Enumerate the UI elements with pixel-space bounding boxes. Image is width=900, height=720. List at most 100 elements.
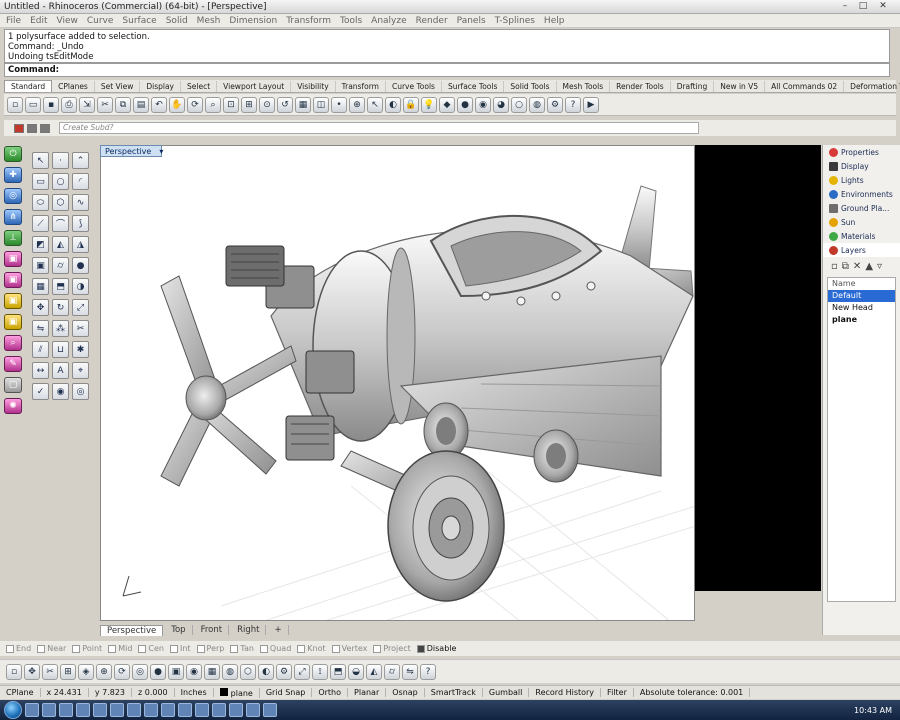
- tsplines-icon[interactable]: ◍: [222, 663, 238, 680]
- delete-layer-icon[interactable]: ✕: [853, 261, 861, 273]
- menu-mesh[interactable]: Mesh: [197, 16, 221, 26]
- check-icon[interactable]: ✓: [32, 383, 49, 400]
- help-icon[interactable]: ?: [420, 663, 436, 680]
- import-icon[interactable]: ⇲: [79, 96, 95, 113]
- tab-right[interactable]: Right: [231, 625, 267, 635]
- menu-panels[interactable]: Panels: [457, 16, 486, 26]
- menu-help[interactable]: Help: [544, 16, 565, 26]
- render-icon[interactable]: ◉: [52, 383, 69, 400]
- osnap-point-checkbox[interactable]: Point: [72, 644, 102, 653]
- tab-front[interactable]: Front: [195, 625, 230, 635]
- tab-solid-tools[interactable]: Solid Tools: [504, 81, 557, 92]
- cut-icon[interactable]: ✂: [97, 96, 113, 113]
- cube-icon[interactable]: ▣: [4, 272, 22, 288]
- taskbar-app-icon[interactable]: [212, 703, 226, 717]
- menu-render[interactable]: Render: [416, 16, 448, 26]
- save-icon[interactable]: ▪: [43, 96, 59, 113]
- move-icon[interactable]: ✥: [32, 299, 49, 316]
- cube-icon[interactable]: ▣: [4, 251, 22, 267]
- tab-set-view[interactable]: Set View: [95, 81, 141, 92]
- color-icon[interactable]: ●: [457, 96, 473, 113]
- shaded-sphere-icon[interactable]: ◕: [493, 96, 509, 113]
- smarttrack-toggle[interactable]: SmartTrack: [425, 688, 483, 697]
- tsplines-icon[interactable]: ◈: [78, 663, 94, 680]
- select-arrow-icon[interactable]: ↖: [32, 152, 49, 169]
- taskbar-app-icon[interactable]: [229, 703, 243, 717]
- tab-display[interactable]: Display: [140, 81, 181, 92]
- filter-toggle[interactable]: Filter: [601, 688, 634, 697]
- tsplines-icon[interactable]: ⇋: [402, 663, 418, 680]
- tsplines-icon[interactable]: ⤢: [294, 663, 310, 680]
- options-icon[interactable]: ⚙: [547, 96, 563, 113]
- tsplines-icon[interactable]: ◉: [186, 663, 202, 680]
- tab-mesh-tools[interactable]: Mesh Tools: [557, 81, 611, 92]
- undo-view-icon[interactable]: ↺: [277, 96, 293, 113]
- array-icon[interactable]: ⁂: [52, 320, 69, 337]
- network-icon[interactable]: ⋔: [4, 209, 22, 225]
- menu-tools[interactable]: Tools: [340, 16, 362, 26]
- tsplines-icon[interactable]: ⬒: [330, 663, 346, 680]
- tsplines-icon[interactable]: ●: [150, 663, 166, 680]
- panel-lights[interactable]: Lights: [823, 173, 900, 187]
- surface-icon[interactable]: ◩: [32, 236, 49, 253]
- layer-color-swatch[interactable]: [14, 123, 24, 133]
- tsplines-icon[interactable]: ◒: [348, 663, 364, 680]
- analyze-icon[interactable]: ⌖: [72, 362, 89, 379]
- menu-tsplines[interactable]: T-Splines: [495, 16, 535, 26]
- zoom-icon[interactable]: ⌕: [205, 96, 221, 113]
- open-icon[interactable]: ▭: [25, 96, 41, 113]
- cube-icon[interactable]: ▣: [4, 293, 22, 309]
- menu-solid[interactable]: Solid: [166, 16, 188, 26]
- render-sphere-icon[interactable]: ◉: [475, 96, 491, 113]
- power-icon[interactable]: ⏻: [4, 146, 22, 162]
- hide-icon[interactable]: ◐: [385, 96, 401, 113]
- tab-transform[interactable]: Transform: [336, 81, 386, 92]
- tab-drafting[interactable]: Drafting: [671, 81, 715, 92]
- loft-icon[interactable]: ◭: [52, 236, 69, 253]
- gumball-toggle[interactable]: Gumball: [483, 688, 530, 697]
- osnap-disable-checkbox[interactable]: Disable: [416, 644, 456, 653]
- panel-environments[interactable]: Environments: [823, 187, 900, 201]
- menu-analyze[interactable]: Analyze: [371, 16, 406, 26]
- tsplines-icon[interactable]: ⊞: [60, 663, 76, 680]
- tab-top[interactable]: Top: [165, 625, 193, 635]
- fillet-icon[interactable]: ⌒: [52, 215, 69, 232]
- magnify-icon[interactable]: ⌕: [4, 335, 22, 351]
- rotate-icon[interactable]: ↻: [52, 299, 69, 316]
- zoom-selected-icon[interactable]: ⊙: [259, 96, 275, 113]
- taskbar-app-icon[interactable]: [110, 703, 124, 717]
- osnap-near-checkbox[interactable]: Near: [37, 644, 66, 653]
- taskbar-app-icon[interactable]: [263, 703, 277, 717]
- layer-color-swatch[interactable]: [40, 123, 50, 133]
- layer-row[interactable]: New Head: [828, 302, 895, 314]
- add-viewport-button[interactable]: +: [268, 625, 289, 635]
- tsplines-icon[interactable]: ▦: [204, 663, 220, 680]
- zoom-extents-icon[interactable]: ⊞: [241, 96, 257, 113]
- osnap-end-checkbox[interactable]: End: [6, 644, 31, 653]
- new-file-icon[interactable]: ▫: [7, 96, 23, 113]
- tab-deformation-tools[interactable]: Deformation Tools: [844, 81, 900, 92]
- text-icon[interactable]: A: [52, 362, 69, 379]
- blend-icon[interactable]: ⟆: [72, 215, 89, 232]
- layer-icon[interactable]: ◆: [439, 96, 455, 113]
- taskbar-app-icon[interactable]: [59, 703, 73, 717]
- point-icon[interactable]: •: [331, 96, 347, 113]
- tsplines-icon[interactable]: ⚙: [276, 663, 292, 680]
- solid-box-icon[interactable]: ▣: [32, 257, 49, 274]
- trim-icon[interactable]: ✂: [72, 320, 89, 337]
- help-icon[interactable]: ?: [565, 96, 581, 113]
- tsplines-icon[interactable]: ✂: [42, 663, 58, 680]
- tab-visibility[interactable]: Visibility: [291, 81, 336, 92]
- mesh-icon[interactable]: ▦: [32, 278, 49, 295]
- cylinder-icon[interactable]: ⌭: [52, 257, 69, 274]
- taskbar-app-icon[interactable]: [144, 703, 158, 717]
- menu-curve[interactable]: Curve: [87, 16, 114, 26]
- start-button[interactable]: [4, 701, 22, 719]
- taskbar-app-icon[interactable]: [127, 703, 141, 717]
- tab-new-in-v5[interactable]: New in V5: [714, 81, 766, 92]
- mirror-icon[interactable]: ⇋: [32, 320, 49, 337]
- extrude-icon[interactable]: ⬒: [52, 278, 69, 295]
- taskbar-app-icon[interactable]: [93, 703, 107, 717]
- tab-perspective[interactable]: Perspective: [100, 624, 164, 636]
- camera-icon[interactable]: ◎: [72, 383, 89, 400]
